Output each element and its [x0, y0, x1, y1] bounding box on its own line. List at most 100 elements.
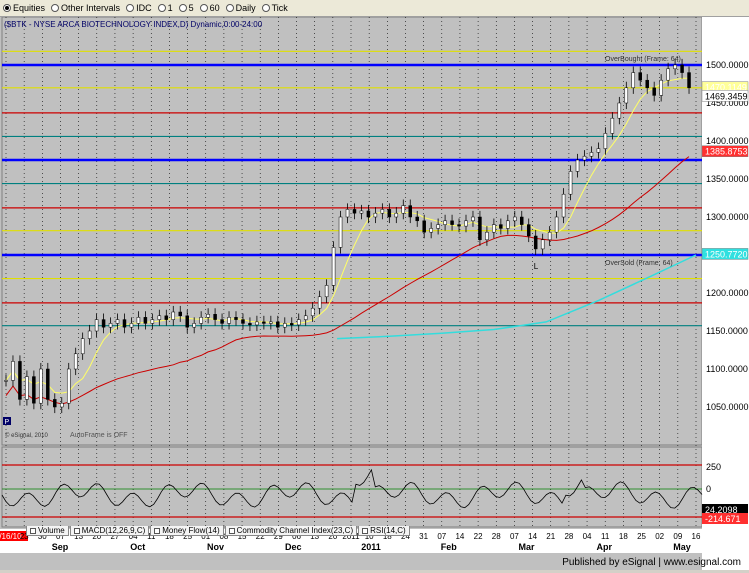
candle-body — [164, 315, 169, 320]
candle-body — [338, 216, 343, 248]
candle-body — [178, 311, 182, 317]
candle-body — [73, 353, 78, 370]
radio-icon — [225, 4, 234, 12]
equities-radio[interactable]: Equities — [0, 1, 48, 16]
date-tick-label: 21 — [546, 532, 555, 541]
candle-body — [547, 231, 552, 241]
radio-icon — [51, 4, 60, 12]
candle-body — [199, 317, 203, 324]
tab-macd[interactable]: MACD(12,26,9,C) — [69, 526, 150, 536]
tab-money-flow-label: Money Flow(14) — [162, 525, 220, 535]
date-tick-label: 04 — [583, 532, 592, 541]
candle-body — [450, 220, 454, 225]
checkbox-icon — [30, 527, 36, 534]
candle-body — [317, 296, 322, 309]
candle-body — [276, 321, 280, 328]
candle-body — [18, 361, 22, 400]
candle-body — [220, 319, 224, 324]
interval-5-label: 5 — [188, 3, 194, 13]
interval-5-button[interactable]: 5 — [176, 1, 197, 16]
copyright-label: © eSignal, 2010 — [5, 432, 48, 439]
chart-svg[interactable]: 08/16/1023300713202704111825010815222906… — [0, 16, 749, 570]
interval-60-button[interactable]: 60 — [197, 1, 223, 16]
candle-body — [157, 315, 162, 320]
tab-rsi[interactable]: RSI(14,C) — [358, 526, 410, 536]
candle-body — [359, 210, 364, 214]
candle-body — [589, 152, 594, 157]
candle-body — [380, 209, 385, 214]
daily-button[interactable]: Daily — [223, 1, 259, 16]
candle-body — [94, 319, 99, 332]
price-tick-label: 1400.0000 — [706, 136, 749, 146]
candle-body — [331, 247, 336, 286]
month-label: Apr — [597, 542, 613, 552]
date-tick-label: 16 — [692, 532, 701, 541]
candle-body — [610, 117, 615, 134]
candle-body — [345, 209, 350, 218]
candle-body — [478, 216, 482, 241]
candle-body — [596, 148, 601, 153]
candle-body — [659, 79, 663, 96]
date-tick-label: 25 — [637, 532, 646, 541]
date-tick-label: 11 — [601, 532, 610, 541]
tab-cci-label: Commodity Channel Index(23,C) — [236, 525, 354, 535]
oscillator-pane — [1, 446, 703, 528]
price-tick-label: 1150.0000 — [706, 326, 748, 336]
candle-body — [324, 285, 329, 298]
candle-body — [673, 64, 677, 70]
tab-money-flow[interactable]: Money Flow(14) — [150, 525, 224, 536]
candle-body — [143, 317, 148, 324]
tab-volume[interactable]: Volume — [26, 526, 69, 536]
candle-body — [471, 216, 475, 222]
candle-body — [234, 317, 238, 320]
date-tick-label: 31 — [419, 532, 428, 541]
radio-icon — [261, 4, 270, 12]
indicator-tab-strip: Volume MACD(12,26,9,C) Money Flow(14) Co… — [26, 526, 411, 536]
candle-body — [32, 376, 36, 404]
oscillator-tick-label: 250 — [706, 462, 721, 472]
date-tick-label: 18 — [619, 532, 628, 541]
price-tick-label: 1050.0000 — [706, 402, 749, 412]
autoframe-label: AutoFrame is OFF — [70, 432, 128, 439]
candle-body — [136, 317, 141, 324]
tick-button[interactable]: Tick — [259, 1, 291, 16]
candle-body — [638, 72, 642, 81]
candle-body — [568, 171, 573, 195]
candle-body — [60, 402, 64, 408]
candle-body — [255, 321, 259, 326]
price-value-label: 1385.8753 — [705, 147, 748, 157]
candle-body — [492, 224, 496, 233]
idc-button[interactable]: IDC — [123, 1, 155, 16]
candle-body — [415, 216, 419, 222]
candle-body — [129, 323, 134, 328]
candle-body — [687, 72, 691, 89]
candle-body — [401, 205, 406, 214]
radio-icon — [178, 4, 187, 12]
candle-body — [150, 319, 155, 324]
oscillator-tick-label: 0 — [706, 484, 711, 494]
candle-body — [25, 376, 29, 400]
chart-area[interactable]: 08/16/1023300713202704111825010815222906… — [0, 16, 749, 570]
candle-body — [66, 368, 71, 404]
other-intervals-radio[interactable]: Other Intervals — [48, 1, 123, 16]
candle-body — [485, 231, 489, 241]
candle-body — [227, 317, 231, 324]
interval-1-button[interactable]: 1 — [155, 1, 176, 16]
radio-icon — [126, 4, 135, 12]
other-intervals-label: Other Intervals — [61, 3, 121, 13]
candle-body — [11, 361, 15, 381]
month-label: Feb — [441, 542, 458, 552]
price-tick-label: 1350.0000 — [706, 174, 749, 184]
date-tick-label: 14 — [455, 532, 464, 541]
checkbox-icon — [362, 527, 369, 534]
tab-cci[interactable]: Commodity Channel Index(23,C) — [224, 525, 358, 536]
candle-body — [603, 133, 608, 149]
candle-body — [262, 321, 266, 324]
candle-body — [4, 380, 8, 382]
interval-1-label: 1 — [167, 3, 173, 13]
candle-body — [506, 220, 510, 229]
checkbox-icon — [154, 527, 161, 534]
candle-body — [87, 330, 92, 339]
checkbox-icon — [73, 527, 80, 534]
candle-body — [513, 216, 517, 222]
